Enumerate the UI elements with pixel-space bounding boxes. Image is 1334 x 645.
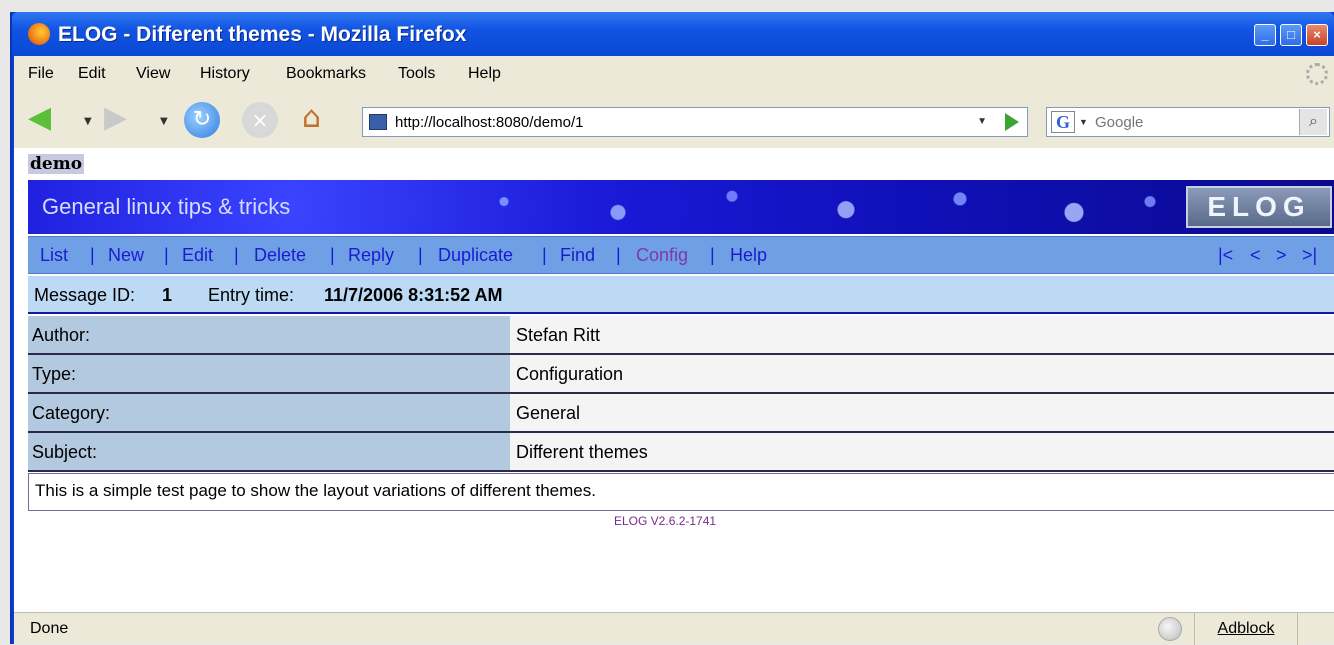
menu-file[interactable]: File — [28, 65, 54, 83]
cmd-help[interactable]: Help — [730, 245, 767, 266]
cmd-config[interactable]: Config — [636, 245, 688, 266]
page-content: demo General linux tips & tricks ELOG Li… — [14, 148, 1334, 612]
menu-edit[interactable]: Edit — [78, 65, 106, 83]
attribute-row-subject: Subject: Different themes — [28, 433, 1334, 472]
status-bar: Done Adblock — [14, 612, 1334, 645]
go-arrow-icon[interactable] — [1005, 113, 1019, 131]
cmd-delete[interactable]: Delete — [254, 245, 306, 266]
search-input[interactable] — [1095, 114, 1285, 131]
logbook-name: demo — [28, 154, 85, 174]
search-engine-icon[interactable]: G — [1051, 111, 1075, 133]
menu-history[interactable]: History — [200, 65, 250, 83]
cmd-separator: | — [710, 245, 715, 265]
maximize-button[interactable]: □ — [1280, 24, 1302, 46]
nav-prev-link[interactable]: < — [1250, 245, 1261, 266]
attribute-label: Subject: — [28, 433, 510, 470]
cmd-reply[interactable]: Reply — [348, 245, 394, 266]
reload-icon[interactable]: ↻ — [184, 102, 220, 138]
menu-tools[interactable]: Tools — [398, 65, 435, 83]
attribute-row-type: Type: Configuration — [28, 355, 1334, 394]
search-box[interactable]: G ▼ ⌕ — [1046, 107, 1330, 137]
cmd-new[interactable]: New — [108, 245, 144, 266]
cmd-separator: | — [330, 245, 335, 265]
entry-time-label: Entry time: — [208, 285, 295, 305]
status-text: Done — [30, 620, 69, 637]
site-favicon-icon — [369, 114, 387, 130]
search-magnifier-icon[interactable]: ⌕ — [1299, 109, 1327, 135]
cmd-separator: | — [616, 245, 621, 265]
menu-bookmarks[interactable]: Bookmarks — [286, 65, 366, 83]
menu-view[interactable]: View — [136, 65, 170, 83]
nav-last-link[interactable]: >| — [1302, 245, 1317, 266]
elog-version-link[interactable]: ELOG V2.6.2-1741 — [614, 514, 716, 528]
menu-bar: File Edit View History Bookmarks Tools H… — [14, 56, 1334, 92]
attribute-label: Type: — [28, 355, 510, 392]
status-indicator-icon — [1158, 617, 1182, 641]
url-text[interactable]: http://localhost:8080/demo/1 — [395, 114, 583, 131]
banner-bubbles-decoration — [428, 180, 1188, 234]
cmd-separator: | — [90, 245, 95, 265]
title-bar: ELOG - Different themes - Mozilla Firefo… — [12, 12, 1334, 56]
cmd-find[interactable]: Find — [560, 245, 595, 266]
attribute-row-author: Author: Stefan Ritt — [28, 316, 1334, 355]
close-button[interactable]: × — [1306, 24, 1328, 46]
url-bar[interactable]: http://localhost:8080/demo/1 ▼ — [362, 107, 1028, 137]
browser-window: ELOG - Different themes - Mozilla Firefo… — [10, 12, 1334, 645]
search-engine-dropdown-icon[interactable]: ▼ — [1079, 117, 1088, 127]
elog-logo[interactable]: ELOG — [1186, 186, 1332, 228]
cmd-separator: | — [164, 245, 169, 265]
attribute-label: Author: — [28, 316, 510, 353]
forward-dropdown-icon[interactable]: ▼ — [160, 116, 168, 127]
minimize-button[interactable]: _ — [1254, 24, 1276, 46]
message-info-bar: Message ID: 1 Entry time: 11/7/2006 8:31… — [28, 276, 1334, 314]
cmd-separator: | — [234, 245, 239, 265]
message-id-label: Message ID: — [34, 285, 136, 305]
cmd-separator: | — [542, 245, 547, 265]
message-body: This is a simple test page to show the l… — [28, 473, 1334, 511]
attribute-label: Category: — [28, 394, 510, 431]
attribute-value: Stefan Ritt — [510, 316, 1334, 353]
attribute-row-category: Category: General — [28, 394, 1334, 433]
banner-title: General linux tips & tricks — [42, 194, 291, 219]
back-dropdown-icon[interactable]: ▼ — [84, 116, 92, 127]
back-arrow-icon[interactable]: ◀ — [28, 102, 51, 134]
forward-arrow-icon[interactable]: ▶ — [104, 102, 127, 134]
nav-first-link[interactable]: |< — [1218, 245, 1233, 266]
attribute-value: Configuration — [510, 355, 1334, 392]
cmd-separator: | — [418, 245, 423, 265]
attribute-value: General — [510, 394, 1334, 431]
entry-time-value: 11/7/2006 8:31:52 AM — [324, 285, 503, 305]
window-title: ELOG - Different themes - Mozilla Firefo… — [58, 23, 467, 46]
url-history-dropdown-icon[interactable]: ▼ — [977, 116, 987, 127]
cmd-duplicate[interactable]: Duplicate — [438, 245, 513, 266]
home-icon[interactable]: ⌂ — [302, 102, 321, 134]
adblock-button[interactable]: Adblock — [1194, 613, 1298, 645]
message-id-value: 1 — [162, 285, 173, 305]
attribute-value: Different themes — [510, 433, 1334, 470]
navigation-toolbar: ◀ ▼ ▶ ▼ ↻ × ⌂ http://localhost:8080/demo… — [14, 92, 1334, 148]
elog-banner: General linux tips & tricks ELOG — [28, 180, 1334, 234]
browser-chrome: File Edit View History Bookmarks Tools H… — [14, 56, 1334, 645]
stop-icon[interactable]: × — [242, 102, 278, 138]
menu-help[interactable]: Help — [468, 65, 501, 83]
cmd-edit[interactable]: Edit — [182, 245, 213, 266]
cmd-list[interactable]: List — [40, 245, 68, 266]
firefox-icon — [28, 23, 50, 45]
nav-next-link[interactable]: > — [1276, 245, 1287, 266]
activity-throbber-icon — [1306, 63, 1328, 85]
command-bar: List | New | Edit | Delete | Reply | Dup… — [28, 236, 1334, 274]
